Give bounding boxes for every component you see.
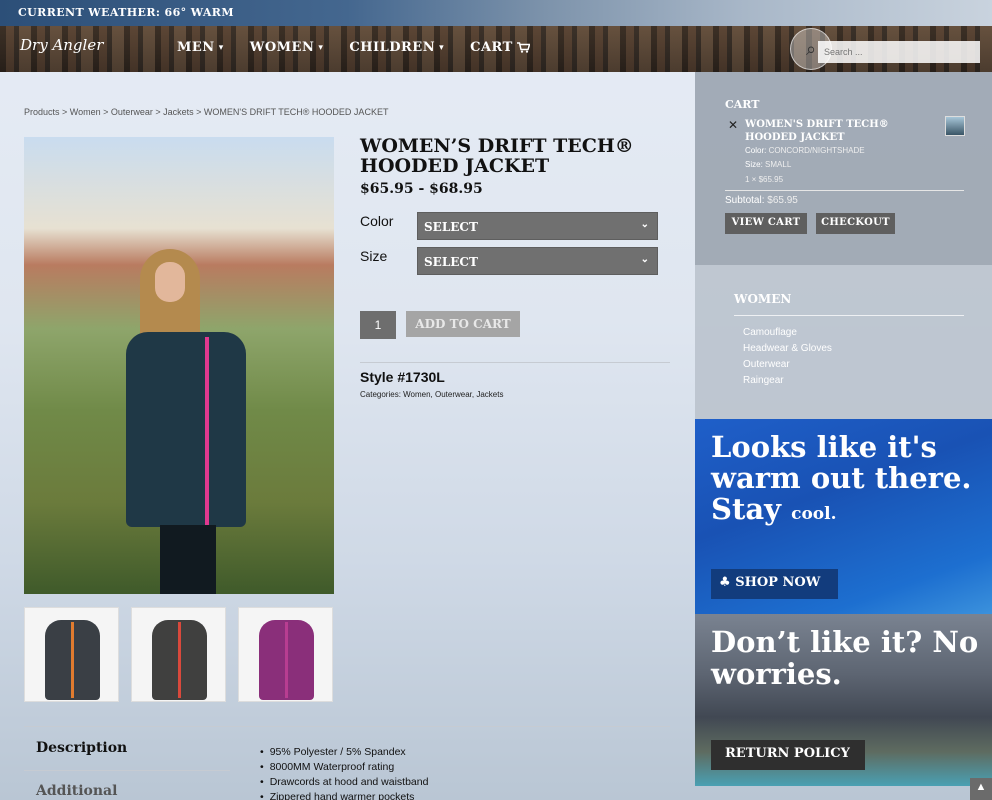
return-policy-button[interactable]: RETURN POLICY [711,740,865,770]
nav-item-men[interactable]: MEN ▾ [177,40,224,55]
nav-item-label: WOMEN [249,40,315,55]
search-input[interactable] [818,41,980,63]
meta-label: Size: [745,160,763,169]
color-select[interactable]: SELECT ⌄ [417,212,658,240]
model-legs [160,525,216,594]
category-link[interactable]: Outerwear [743,357,832,373]
promo-worries-headline: Don’t like it? No worries. [711,625,979,691]
meta-value: SMALL [765,160,792,169]
women-category-list: Camouflage Headwear & Gloves Outerwear R… [743,325,832,389]
chevron-down-icon: ▾ [218,42,224,53]
quantity-input[interactable]: 1 [360,311,396,339]
list-item: Zippered hand warmer pockets [260,790,428,800]
divider [24,726,670,727]
cart-item-color: Color: CONCORD/NIGHTSHADE [745,146,865,155]
model-jacket [126,332,246,527]
chevron-down-icon: ⌄ [640,219,649,230]
site-logo[interactable]: Dry Angler [20,36,103,54]
thumbnail-zipper [285,622,288,698]
category-link[interactable]: Headwear & Gloves [743,341,832,357]
thumbnail-zipper [71,622,74,698]
nav-item-label: CHILDREN [349,40,436,55]
shop-now-label: SHOP NOW [735,575,821,590]
cart-widget-title: CART [725,98,760,111]
select-value: SELECT [424,255,478,269]
nav-item-women[interactable]: WOMEN ▾ [250,40,324,55]
product-thumbnail[interactable] [238,607,333,702]
cart-item-size: Size: SMALL [745,160,791,169]
promo-warm-headline: Looks like it's warm out there. Stay coo… [711,432,981,530]
meta-label: Color: [745,146,767,155]
nav-item-label: CART [470,40,513,55]
nav-item-cart[interactable]: CART [470,40,530,55]
women-widget [695,265,992,419]
product-categories[interactable]: Categories: Women, Outerwear, Jackets [360,390,503,399]
tab-description[interactable]: Description [36,740,127,756]
shop-now-button[interactable]: ♣ SHOP NOW [711,569,838,599]
meta-value: CONCORD/NIGHTSHADE [768,146,865,155]
nav-item-label: MEN [177,40,215,55]
cart-item-name[interactable]: WOMEN'S DRIFT TECH® HOODED JACKET [745,118,935,144]
color-label: Color [360,213,394,229]
product-thumbnail[interactable] [24,607,119,702]
divider [360,362,670,363]
women-widget-title: WOMEN [734,292,792,306]
remove-item-icon[interactable]: ✕ [728,118,738,132]
tab-additional[interactable]: Additional [36,783,117,799]
product-main-image[interactable] [24,137,334,594]
promo-headline-small: cool. [791,504,837,524]
checkout-button[interactable]: CHECKOUT [816,213,895,234]
divider [734,315,964,316]
cart-item-qty-price: 1 × $65.95 [745,175,784,184]
view-cart-button[interactable]: VIEW CART [725,213,807,234]
style-number: Style #1730L [360,369,445,385]
jacket-zipper [205,337,209,527]
chevron-down-icon: ▾ [439,42,445,53]
list-item: Drawcords at hood and waistband [260,775,429,790]
divider [725,190,964,191]
description-list: 95% Polyester / 5% Spandex 8000MM Waterp… [260,745,429,800]
category-link[interactable]: Raingear [743,373,832,389]
thumbnail-zipper [178,622,181,698]
divider [24,770,230,771]
model-face [155,262,185,302]
list-item: 95% Polyester / 5% Spandex [260,745,428,760]
nav-menu: MEN ▾ WOMEN ▾ CHILDREN ▾ CART [177,40,530,55]
product-price: $65.95 - $68.95 [360,181,483,197]
scroll-to-top-icon[interactable]: ▲ [970,778,992,800]
weather-bar: CURRENT WEATHER: 66° WARM [0,0,992,26]
subtotal-value: $65.95 [767,195,798,206]
cart-icon [516,42,530,53]
product-thumbnail[interactable] [131,607,226,702]
chevron-down-icon: ⌄ [640,254,649,265]
cart-item-thumbnail[interactable] [945,116,965,136]
weather-text: CURRENT WEATHER: 66° WARM [18,6,234,19]
cart-subtotal: Subtotal: $65.95 [725,195,798,206]
breadcrumb[interactable]: Products > Women > Outerwear > Jackets >… [24,107,388,117]
add-to-cart-button[interactable]: ADD TO CART [406,311,520,337]
category-link[interactable]: Camouflage [743,325,832,341]
list-item: 8000MM Waterproof rating [260,760,428,775]
subtotal-label: Subtotal: [725,195,765,206]
size-label: Size [360,248,388,264]
chevron-down-icon: ▾ [318,42,324,53]
product-title: WOMEN’S DRIFT TECH® HOODED JACKET [360,135,634,177]
size-select[interactable]: SELECT ⌄ [417,247,658,275]
select-value: SELECT [424,220,478,234]
main-nav: Dry Angler MEN ▾ WOMEN ▾ CHILDREN ▾ CART… [0,26,992,72]
nav-item-children[interactable]: CHILDREN ▾ [349,40,444,55]
tree-icon: ♣ [719,575,731,590]
promo-headline-text: Looks like it's warm out there. Stay [711,430,972,526]
